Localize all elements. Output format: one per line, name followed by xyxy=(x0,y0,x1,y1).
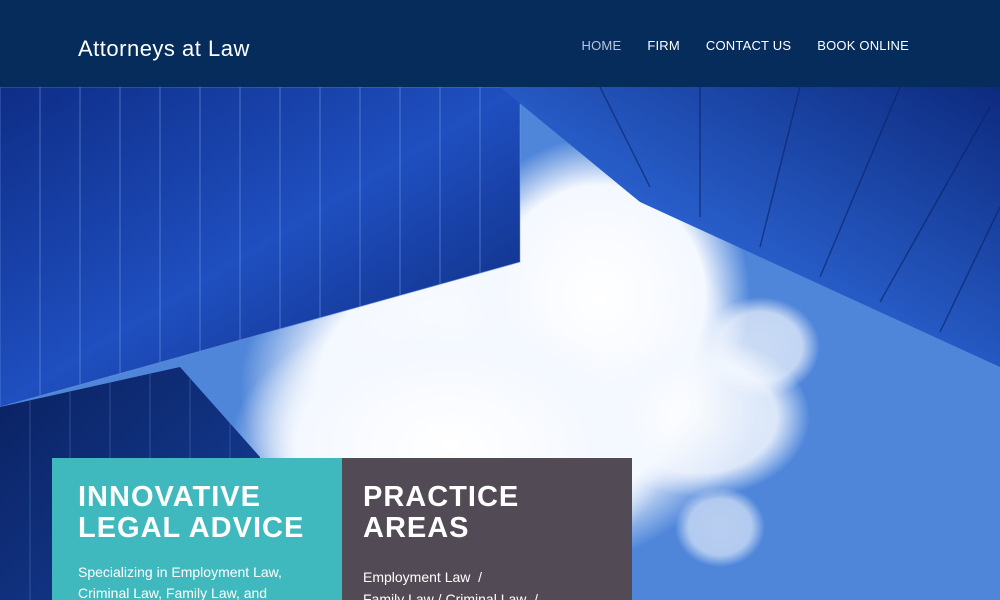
nav-firm[interactable]: FIRM xyxy=(647,38,680,53)
practice-areas-list: Employment Law / Family Law / Criminal L… xyxy=(363,566,606,600)
nav-contact-us[interactable]: CONTACT US xyxy=(706,38,791,53)
card-title-line2: AREAS xyxy=(363,512,470,544)
card-title: PRACTICE AREAS xyxy=(363,482,606,544)
card-title-line1: INNOVATIVE xyxy=(78,481,261,513)
practice-areas-card: PRACTICE AREAS Employment Law / Family L… xyxy=(342,458,632,600)
card-text: Specializing in Employment Law, Criminal… xyxy=(78,564,282,600)
innovative-legal-advice-card: INNOVATIVE LEGAL ADVICE Specializing in … xyxy=(52,458,342,600)
card-title: INNOVATIVE LEGAL ADVICE xyxy=(78,482,316,544)
nav-home[interactable]: HOME xyxy=(582,38,622,53)
site-title[interactable]: Attorneys at Law xyxy=(78,36,250,62)
nav-book-online[interactable]: BOOK ONLINE xyxy=(817,38,909,53)
card-title-line1: PRACTICE xyxy=(363,481,520,513)
practice-area-line[interactable]: Family Law / Criminal Law / xyxy=(363,591,538,600)
main-nav: HOME FIRM CONTACT US BOOK ONLINE xyxy=(582,38,909,53)
practice-area-line[interactable]: Employment Law / xyxy=(363,569,482,585)
card-title-line2: LEGAL ADVICE xyxy=(78,512,305,544)
site-header: Attorneys at Law HOME FIRM CONTACT US BO… xyxy=(0,0,1000,87)
